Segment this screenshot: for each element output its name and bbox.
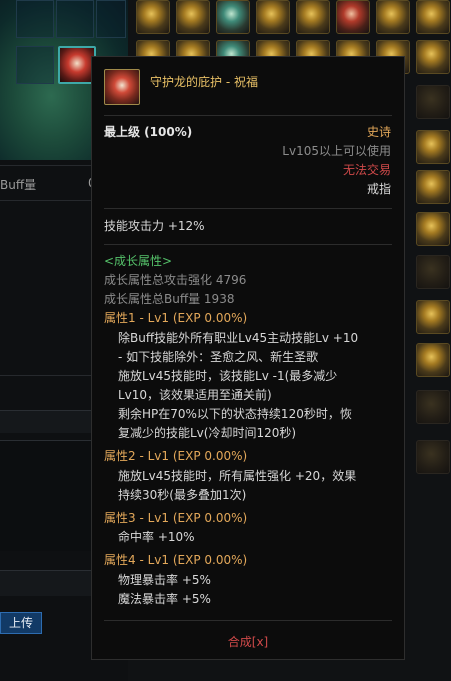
empty-slot[interactable] <box>16 0 54 38</box>
equipment-slot[interactable] <box>336 0 370 34</box>
attr3-line: 命中率 +10% <box>118 530 195 544</box>
empty-slot[interactable] <box>16 46 54 84</box>
equipment-slot[interactable] <box>176 0 210 34</box>
item-rarity: 史诗 <box>366 125 391 139</box>
item-tooltip: 守护龙的庇护 - 祝福 最上级 (100%) 史诗 Lv105以上可以使用 无法… <box>91 56 405 660</box>
equipment-slot[interactable] <box>416 85 450 119</box>
attr1-line: 复减少的技能Lv(冷却时间120秒) <box>118 426 297 440</box>
equipment-slot[interactable] <box>416 170 450 204</box>
attr1-line: 施放Lv45技能时，该技能Lv -1(最多减少 <box>118 369 338 383</box>
attr4-title: 属性4 - Lv1 (EXP 0.00%) <box>104 553 248 567</box>
ring-item-icon <box>104 69 140 105</box>
attr3-title: 属性3 - Lv1 (EXP 0.00%) <box>104 511 248 525</box>
attr2-line: 施放Lv45技能时，所有属性强化 +20，效果 <box>118 469 357 483</box>
skill-attack-stat: 技能攻击力 +12% <box>104 219 205 233</box>
item-type: 戒指 <box>366 182 391 196</box>
equipment-slot[interactable] <box>296 0 330 34</box>
equipment-slot[interactable] <box>416 130 450 164</box>
equipment-slot[interactable] <box>416 343 450 377</box>
equipment-slot[interactable] <box>216 0 250 34</box>
divider <box>104 244 392 245</box>
buff-stat-label: Buff量 <box>0 178 37 192</box>
attr1-line: - 如下技能除外：圣愈之风、新生圣歌 <box>118 350 319 364</box>
equipment-slot[interactable] <box>416 300 450 334</box>
divider <box>104 620 392 621</box>
attr1-line: 剩余HP在70%以下的状态持续120秒时，恢 <box>118 407 352 421</box>
divider <box>104 208 392 209</box>
equipment-slot[interactable] <box>416 0 450 34</box>
growth-header: <成长属性> <box>104 254 173 268</box>
item-name: 守护龙的庇护 - 祝福 <box>150 75 258 89</box>
item-grade: 最上级 (100%) <box>104 125 193 139</box>
equipment-slot[interactable] <box>256 0 290 34</box>
equipment-slot[interactable] <box>376 0 410 34</box>
upload-button[interactable]: 上传 <box>0 612 42 634</box>
attr2-title: 属性2 - Lv1 (EXP 0.00%) <box>104 449 248 463</box>
empty-slot[interactable] <box>56 0 94 38</box>
level-requirement: Lv105以上可以使用 <box>282 144 391 158</box>
attr1-line: Lv10，该效果适用至通关前) <box>118 388 272 402</box>
equipment-slot[interactable] <box>136 0 170 34</box>
attr1-line: 除Buff技能外所有职业Lv45主动技能Lv +10 <box>118 331 359 345</box>
trade-status: 无法交易 <box>342 163 391 177</box>
equipment-slot[interactable] <box>416 212 450 246</box>
synthesis-link[interactable]: 合成[x] <box>104 633 392 650</box>
equipment-slot[interactable] <box>416 255 450 289</box>
attr2-line: 持续30秒(最多叠加1次) <box>118 488 247 502</box>
equipment-slot[interactable] <box>416 40 450 74</box>
attr4-line: 物理暴击率 +5% <box>118 573 211 587</box>
attr4-line: 魔法暴击率 +5% <box>118 592 211 606</box>
growth-total-buff: 成长属性总Buff量 1938 <box>104 292 235 306</box>
divider <box>104 115 392 116</box>
equipment-slot[interactable] <box>416 390 450 424</box>
empty-slot[interactable] <box>96 0 126 38</box>
equipment-slot[interactable] <box>416 440 450 474</box>
attr1-title: 属性1 - Lv1 (EXP 0.00%) <box>104 311 248 325</box>
growth-total-attack: 成长属性总攻击强化 4796 <box>104 273 247 287</box>
